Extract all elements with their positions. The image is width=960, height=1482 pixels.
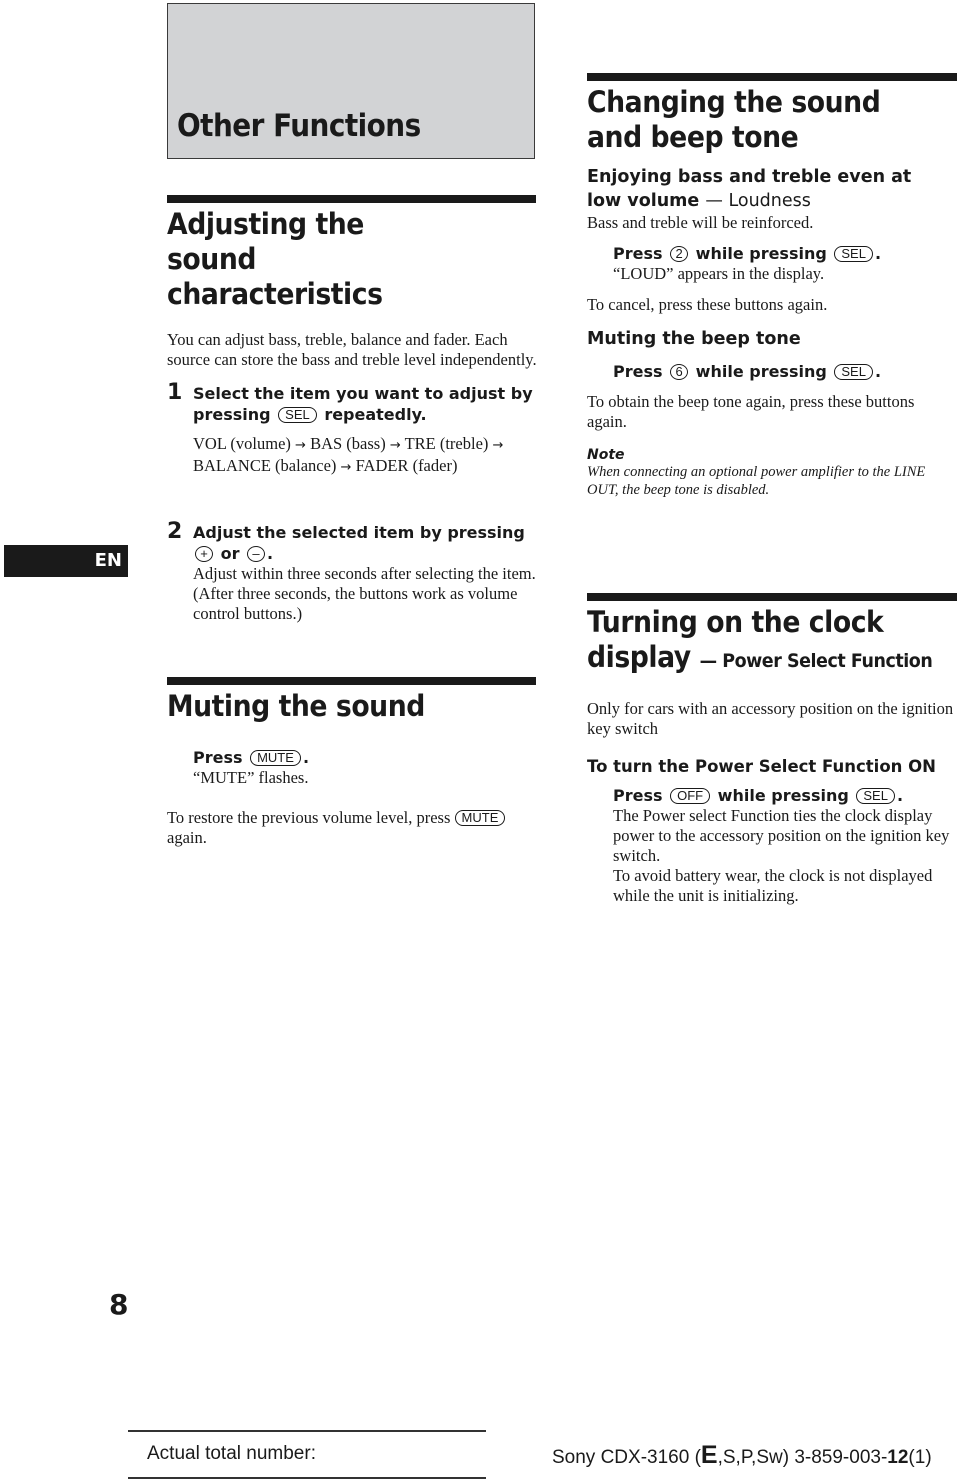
key-2-icon: 2 bbox=[670, 246, 689, 262]
arrow-right-icon: → bbox=[492, 438, 504, 453]
actual-total-label: Actual total number: bbox=[147, 1443, 316, 1464]
step-1: 1 Select the item you want to adjust by … bbox=[167, 380, 538, 478]
beep-restore: To obtain the beep tone again, press the… bbox=[587, 392, 915, 431]
footer-rule bbox=[128, 1477, 486, 1479]
mute-key-icon: MUTE bbox=[250, 750, 301, 766]
minus-key-icon: – bbox=[247, 546, 266, 562]
model-rev-rest: (1) bbox=[908, 1447, 932, 1468]
section-rule bbox=[167, 677, 536, 685]
sequence-item: BALANCE (balance) bbox=[193, 456, 337, 475]
mute-instruction: Press MUTE. bbox=[193, 748, 310, 767]
sequence-item: FADER (fader) bbox=[355, 456, 458, 475]
sel-key-icon: SEL bbox=[834, 364, 873, 380]
sequence-item: VOL (volume) bbox=[193, 434, 291, 453]
clock-section: Turning on the clock display — Power Sel… bbox=[587, 605, 957, 906]
step-2-detail: Adjust within three seconds after select… bbox=[193, 564, 536, 623]
step-2: 2 Adjust the selected item by pressing +… bbox=[167, 519, 537, 624]
plus-key-icon: + bbox=[195, 546, 213, 562]
step-number: 1 bbox=[167, 380, 183, 405]
sel-key-icon: SEL bbox=[278, 407, 317, 423]
clock-intro: Only for cars with an accessory position… bbox=[587, 699, 954, 738]
restore-text: To restore the previous volume level, pr… bbox=[167, 808, 451, 827]
beep-subheading: Muting the beep tone bbox=[587, 329, 801, 349]
step-number: 2 bbox=[167, 519, 183, 544]
loudness-result: “LOUD” appears in the display. bbox=[613, 264, 825, 283]
model-prefix: Sony CDX-3160 ( bbox=[552, 1447, 701, 1468]
arrow-right-icon: → bbox=[295, 438, 306, 453]
sequence-item: BAS (bass) bbox=[310, 434, 386, 453]
note-text: When connecting an optional power amplif… bbox=[587, 464, 926, 498]
press-label: Press bbox=[613, 786, 663, 805]
model-lang-rest: ,S,P,Sw) 3-859-003- bbox=[717, 1447, 888, 1468]
section-rule bbox=[587, 593, 957, 601]
loudness-cancel: To cancel, press these buttons again. bbox=[587, 295, 828, 314]
section-rule bbox=[587, 73, 957, 81]
model-rev-bold: 12 bbox=[887, 1447, 909, 1468]
model-code: Sony CDX-3160 (E,S,P,Sw) 3-859-003-12(1) bbox=[552, 1441, 932, 1470]
clock-detail-1: The Power select Function ties the clock… bbox=[613, 806, 950, 865]
step-text: Adjust the selected item by pressing bbox=[193, 523, 525, 542]
subheading-suffix: — Loudness bbox=[705, 191, 811, 211]
while-label: while pressing bbox=[695, 244, 827, 263]
section-title-box: Other Functions bbox=[167, 3, 535, 159]
arrow-right-icon: → bbox=[340, 460, 352, 475]
section-rule bbox=[167, 195, 536, 203]
restore-text: again. bbox=[167, 828, 207, 847]
off-key-icon: OFF bbox=[670, 788, 711, 804]
loudness-instruction: Press 2 while pressing SEL. bbox=[613, 244, 882, 263]
loudness-intro: Bass and treble will be reinforced. bbox=[587, 213, 814, 232]
clock-heading: Turning on the clock display — Power Sel… bbox=[587, 605, 937, 679]
clock-subheading: To turn the Power Select Function ON bbox=[587, 757, 936, 776]
key-6-icon: 6 bbox=[670, 364, 689, 380]
section-title: Other Functions bbox=[177, 108, 421, 144]
press-label: Press bbox=[613, 244, 663, 263]
beep-instruction: Press 6 while pressing SEL. bbox=[613, 362, 882, 381]
clock-instruction: Press OFF while pressing SEL. bbox=[613, 786, 904, 805]
step-1-instruction: Select the item you want to adjust by pr… bbox=[193, 383, 537, 425]
while-label: while pressing bbox=[695, 362, 827, 381]
heading-suffix: — Power Select Function bbox=[699, 650, 933, 672]
mute-key-icon: MUTE bbox=[454, 810, 506, 826]
adjusting-section: Adjusting the sound characteristics You … bbox=[167, 207, 537, 370]
changing-section: Changing the sound and beep tone Enjoyin… bbox=[587, 85, 957, 499]
page-number: 8 bbox=[109, 1288, 129, 1321]
loudness-subheading: Enjoying bass and treble even at low vol… bbox=[587, 165, 947, 213]
footer-rule bbox=[128, 1430, 486, 1432]
while-label: while pressing bbox=[717, 786, 849, 805]
sel-key-icon: SEL bbox=[834, 246, 873, 262]
note-label: Note bbox=[587, 447, 625, 463]
step-text: or bbox=[220, 544, 240, 563]
sel-key-icon: SEL bbox=[856, 788, 895, 804]
adjusting-intro: You can adjust bass, treble, balance and… bbox=[167, 330, 537, 369]
changing-heading: Changing the sound and beep tone bbox=[587, 85, 881, 154]
model-lang-bold: E bbox=[700, 1441, 718, 1469]
adjust-sequence: VOL (volume) → BAS (bass) → TRE (treble)… bbox=[193, 434, 538, 478]
step-text: . bbox=[267, 544, 274, 563]
press-label: Press bbox=[613, 362, 663, 381]
arrow-right-icon: → bbox=[389, 438, 401, 453]
language-tab: EN bbox=[4, 545, 128, 577]
adjusting-heading: Adjusting the sound characteristics bbox=[167, 207, 383, 311]
step-text: repeatedly. bbox=[324, 405, 427, 424]
sequence-item: TRE (treble) bbox=[404, 434, 489, 453]
mute-result: “MUTE” flashes. bbox=[193, 768, 309, 787]
muting-heading: Muting the sound bbox=[167, 689, 425, 723]
clock-detail-2: To avoid battery wear, the clock is not … bbox=[613, 866, 933, 905]
muting-section: Muting the sound Press MUTE. “MUTE” flas… bbox=[167, 689, 537, 848]
mute-restore: To restore the previous volume level, pr… bbox=[167, 808, 517, 848]
step-2-instruction: Adjust the selected item by pressing + o… bbox=[193, 522, 537, 564]
press-label: Press bbox=[193, 748, 243, 767]
